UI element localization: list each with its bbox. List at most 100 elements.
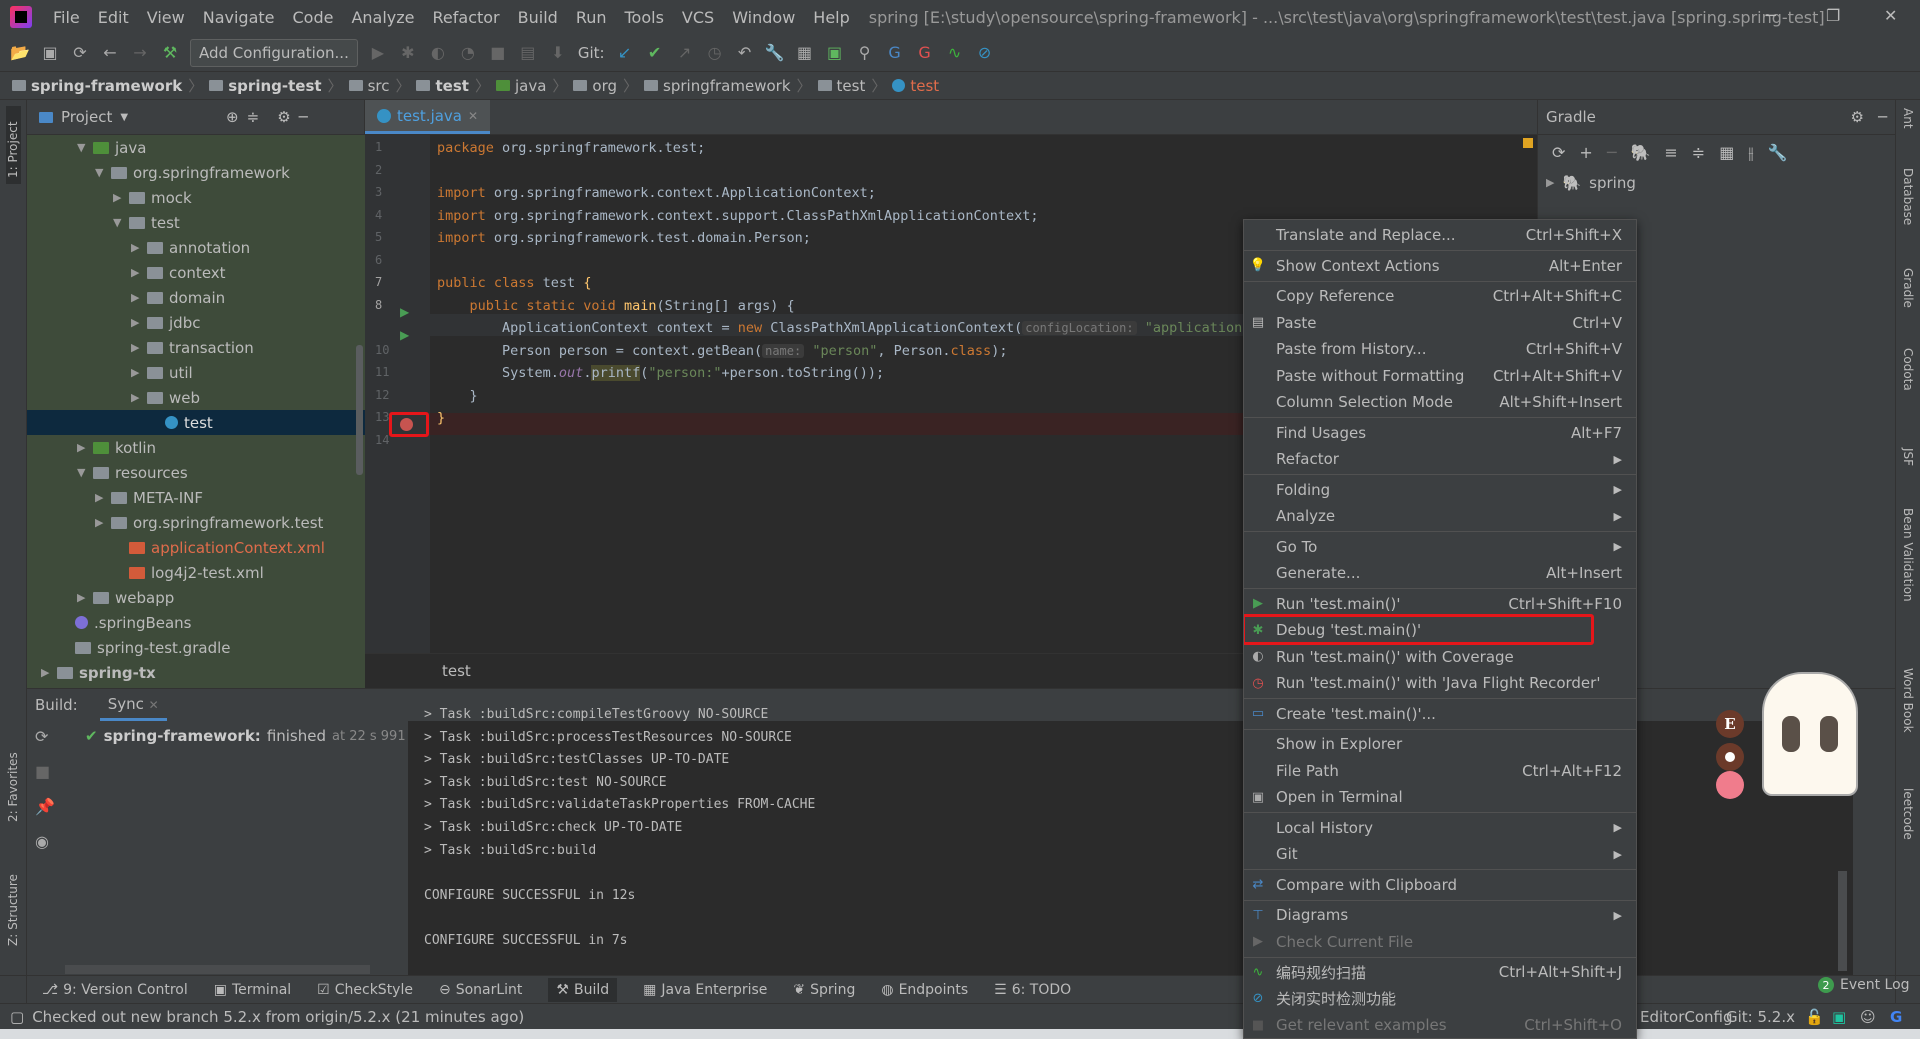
inspector-icon[interactable]: ☺ — [1860, 1008, 1876, 1026]
tool-window-java-enterprise[interactable]: ▦ Java Enterprise — [643, 982, 767, 998]
tree-item[interactable]: ▶ web — [27, 385, 365, 410]
tree-item[interactable]: ▶ webapp — [27, 585, 365, 610]
breadcrumb-item[interactable]: test — [416, 77, 469, 95]
menu-item-go-to[interactable]: Go To ▶ — [1244, 534, 1636, 561]
tree-item[interactable]: ▶ util — [27, 360, 365, 385]
profile-icon[interactable]: ◔ — [458, 43, 478, 63]
history-icon[interactable]: ◷ — [705, 43, 725, 63]
stop-icon[interactable]: ■ — [35, 762, 55, 781]
menu-item-run-test-main-with-coverage[interactable]: ◐ Run 'test.main()' with Coverage — [1244, 644, 1636, 671]
menu-build[interactable]: Build — [509, 8, 567, 27]
rollback-icon[interactable]: ↶ — [735, 43, 755, 63]
collapsed-arrow-icon[interactable]: ▶ — [131, 316, 147, 329]
tool-tab-jsf[interactable]: JSF — [1901, 448, 1915, 466]
menu-view[interactable]: View — [138, 8, 194, 27]
tab-sync[interactable]: Sync ✕ — [99, 690, 167, 721]
tool-window-endpoints[interactable]: ◍ Endpoints — [881, 982, 968, 998]
collapsed-arrow-icon[interactable]: ▶ — [113, 191, 129, 204]
elephant-icon[interactable]: 🐘 — [1630, 143, 1650, 162]
add-icon[interactable]: + — [1579, 143, 1592, 162]
pin-icon[interactable]: 📌 — [35, 797, 55, 816]
forbid-icon[interactable]: ⊘ — [975, 43, 995, 63]
tool-window-6-todo[interactable]: ☰ 6: TODO — [994, 982, 1071, 998]
restore-button[interactable]: ❐ — [1826, 6, 1840, 25]
tree-item[interactable]: ▼ resources — [27, 460, 365, 485]
collapsed-arrow-icon[interactable]: ▶ — [131, 266, 147, 279]
tool-tab-ant[interactable]: Ant — [1901, 108, 1915, 129]
breadcrumb-item[interactable]: src — [348, 77, 389, 95]
menu-tools[interactable]: Tools — [616, 8, 673, 27]
tree-item[interactable]: ▶ jdbc — [27, 310, 365, 335]
collapsed-arrow-icon[interactable]: ▶ — [131, 341, 147, 354]
toggle-tool-windows-icon[interactable]: ▢ — [10, 1008, 24, 1026]
menu-file[interactable]: File — [44, 8, 89, 27]
code-line[interactable]: } — [437, 388, 478, 404]
tool-window-9-version-control[interactable]: ⎇ 9: Version Control — [42, 982, 188, 998]
menu-item-check-current-file[interactable]: ▶ Check Current File — [1244, 929, 1636, 956]
tree-item[interactable]: ▼ test — [27, 210, 365, 235]
tree-item[interactable]: ▶ annotation — [27, 235, 365, 260]
remove-icon[interactable]: ─ — [1607, 143, 1617, 162]
breadcrumb-item[interactable]: org — [573, 77, 617, 95]
tree-scrollbar[interactable] — [356, 345, 363, 475]
add-configuration-button[interactable]: Add Configuration... — [190, 38, 358, 67]
tool-window-checkstyle[interactable]: ☑ CheckStyle — [317, 982, 413, 998]
tree-item[interactable]: ▶ domain — [27, 285, 365, 310]
run-gutter-icon[interactable]: ▶ — [400, 328, 409, 342]
open-icon[interactable]: 📂 — [10, 43, 30, 63]
menu-analyze[interactable]: Analyze — [342, 8, 423, 27]
tool-tab-leetcode[interactable]: leetcode — [1901, 788, 1915, 840]
run-icon[interactable]: ▶ — [368, 43, 388, 63]
menu-item-analyze[interactable]: Analyze ▶ — [1244, 503, 1636, 530]
console-scrollbar[interactable] — [1838, 871, 1847, 971]
locate-icon[interactable]: ⊕ — [226, 108, 239, 126]
tree-item[interactable]: test — [27, 410, 365, 435]
favorites-tool-tab[interactable]: 2: Favorites — [6, 752, 20, 822]
menu-item-find-usages[interactable]: Find Usages Alt+F7 — [1244, 420, 1636, 447]
menu-item-diagrams[interactable]: ⊤ Diagrams ▶ — [1244, 902, 1636, 929]
project-view-selector[interactable]: Project — [61, 108, 112, 126]
tool-tab-word-book[interactable]: Word Book — [1901, 668, 1915, 733]
stop-icon[interactable]: ■ — [488, 43, 508, 63]
lock-icon[interactable]: 🔓 — [1805, 1008, 1824, 1026]
tree-item[interactable]: ▼ org.springframework — [27, 160, 365, 185]
menu-item-copy-reference[interactable]: Copy Reference Ctrl+Alt+Shift+C — [1244, 283, 1636, 310]
menu-run[interactable]: Run — [567, 8, 616, 27]
chevron-down-icon[interactable]: ▼ — [120, 112, 128, 123]
menu-item-item-39[interactable]: ⊘ 关闭实时检测功能 — [1244, 986, 1636, 1013]
git-branch-indicator[interactable]: Git: 5.2.x — [1726, 1008, 1795, 1026]
editor-breadcrumb[interactable]: test — [442, 662, 471, 680]
forward-icon[interactable]: → — [130, 43, 150, 63]
menu-item-show-in-explorer[interactable]: Show in Explorer — [1244, 731, 1636, 758]
warning-marker[interactable] — [1523, 138, 1533, 148]
code-line[interactable]: package org.springframework.test; — [437, 140, 705, 156]
tree-item[interactable]: .springBeans — [27, 610, 365, 635]
settings-wrench-icon[interactable]: 🔧 — [765, 43, 785, 63]
code-line[interactable]: import org.springframework.context.Appli… — [437, 185, 876, 201]
resync-icon[interactable]: ⟳ — [35, 727, 55, 746]
scan-icon[interactable]: ∿ — [945, 43, 965, 63]
tool-window-spring[interactable]: ❦ Spring — [793, 982, 855, 998]
menu-item-paste[interactable]: ▤ Paste Ctrl+V — [1244, 310, 1636, 337]
breadcrumb-item[interactable]: spring-test — [209, 77, 322, 95]
attach-icon[interactable]: ▤ — [518, 43, 538, 63]
wrench-icon[interactable]: 🔧 — [1768, 143, 1788, 162]
menu-item-get-relevant-examples[interactable]: ■ Get relevant examples Ctrl+Shift+O — [1244, 1012, 1636, 1038]
sync-icon[interactable]: ⟳ — [70, 43, 90, 63]
menu-refactor[interactable]: Refactor — [424, 8, 509, 27]
tree-item[interactable]: ▶ mock — [27, 185, 365, 210]
debug-icon[interactable]: ✱ — [398, 43, 418, 63]
menu-item-folding[interactable]: Folding ▶ — [1244, 477, 1636, 504]
collapsed-arrow-icon[interactable]: ▶ — [131, 366, 147, 379]
run-gutter-icon[interactable]: ▶ — [400, 305, 409, 319]
code-line[interactable]: import org.springframework.test.domain.P… — [437, 230, 811, 246]
menu-item-file-path[interactable]: File Path Ctrl+Alt+F12 — [1244, 758, 1636, 785]
tree-item[interactable]: ▶ context — [27, 260, 365, 285]
tree-item[interactable]: ▶ kotlin — [27, 435, 365, 460]
tool-tab-codota[interactable]: Codota — [1901, 348, 1915, 391]
tool-window-build[interactable]: ⚒ Build — [548, 977, 618, 1002]
close-button[interactable]: ✕ — [1884, 6, 1897, 25]
menu-navigate[interactable]: Navigate — [194, 8, 284, 27]
offline-icon[interactable]: ⫲ — [1748, 143, 1753, 163]
menu-window[interactable]: Window — [723, 8, 804, 27]
